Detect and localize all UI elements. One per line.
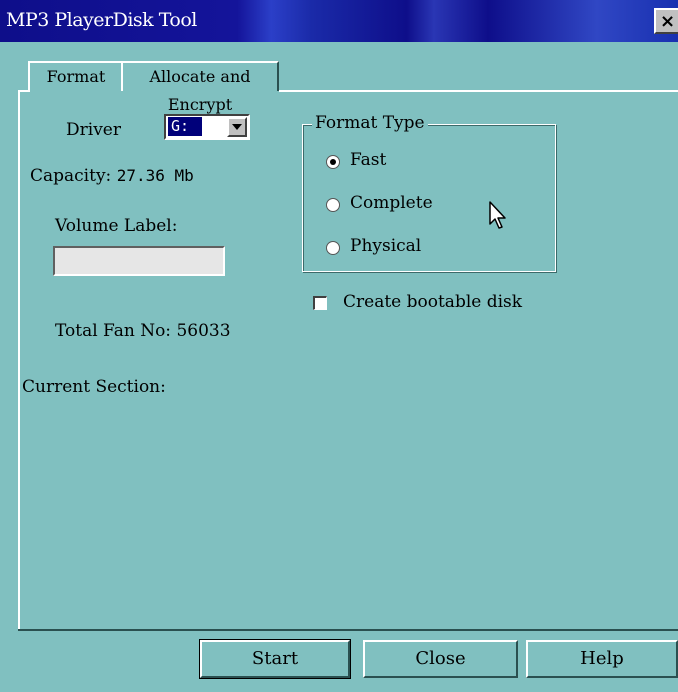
bootable-checkbox[interactable] <box>313 296 327 310</box>
close-icon[interactable]: × <box>654 8 678 34</box>
help-button[interactable]: Help <box>526 640 678 678</box>
radio-complete-label[interactable]: Complete <box>350 193 433 213</box>
radio-physical[interactable] <box>326 241 340 255</box>
radio-fast-label[interactable]: Fast <box>350 150 386 170</box>
radio-complete[interactable] <box>326 198 340 212</box>
mouse-pointer-icon <box>488 200 510 234</box>
capacity-label-text: Capacity: <box>30 166 112 186</box>
total-fan-label-text: Total Fan No: <box>55 321 172 341</box>
bootable-checkbox-label[interactable]: Create bootable disk <box>343 292 522 312</box>
capacity-value: 27.36 Mb <box>116 166 194 185</box>
volume-label-label: Volume Label: <box>55 216 178 236</box>
tab-panel-border <box>18 90 20 630</box>
format-type-legend: Format Type <box>312 113 428 133</box>
driver-select[interactable]: G: <box>164 114 250 140</box>
chevron-down-icon[interactable] <box>227 117 247 137</box>
driver-label: Driver <box>66 120 121 140</box>
radio-physical-label[interactable]: Physical <box>350 236 421 256</box>
tab-format[interactable]: Format <box>28 61 122 91</box>
current-section-label: Current Section: <box>22 377 166 397</box>
volume-label-input[interactable] <box>53 246 225 276</box>
close-button[interactable]: Close <box>363 640 518 678</box>
current-section-label-text: Current Section: <box>22 377 166 397</box>
capacity-label: Capacity: 27.36 Mb <box>30 166 194 186</box>
total-fan-value: 56033 <box>176 321 231 341</box>
main-window: MP3 PlayerDisk Tool × Format Allocate an… <box>0 0 678 692</box>
title-bar[interactable]: MP3 PlayerDisk Tool × <box>0 0 678 42</box>
start-button[interactable]: Start <box>199 639 351 679</box>
window-title: MP3 PlayerDisk Tool <box>6 9 197 31</box>
total-fan-label: Total Fan No: 56033 <box>55 321 231 341</box>
tab-panel-border <box>18 629 678 631</box>
tab-panel-border <box>279 90 678 92</box>
driver-value: G: <box>168 117 202 136</box>
tab-allocate-and-encrypt[interactable]: Allocate and Encrypt <box>121 61 279 114</box>
radio-fast[interactable] <box>326 155 340 169</box>
